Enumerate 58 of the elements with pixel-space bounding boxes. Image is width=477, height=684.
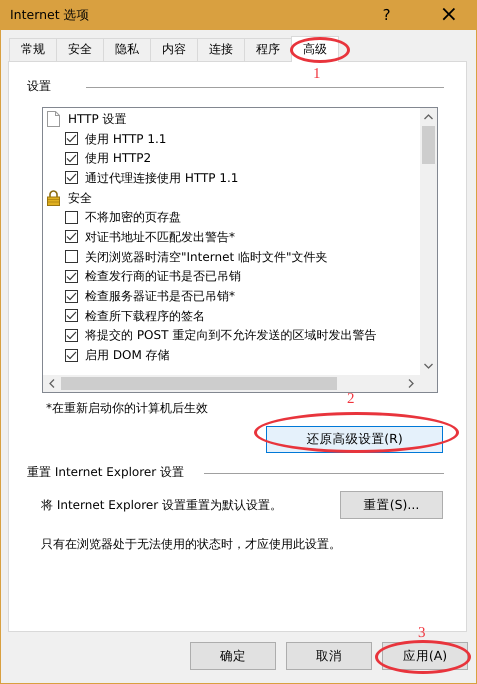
option-label[interactable]: 将提交的 POST 重定向到不允许发送的区域时发出警告 bbox=[85, 326, 376, 344]
annotation-ellipse bbox=[290, 37, 350, 63]
checkbox[interactable] bbox=[65, 171, 78, 184]
checkbox[interactable] bbox=[65, 290, 78, 303]
checkbox[interactable] bbox=[65, 132, 78, 146]
annotation-number: 2 bbox=[347, 391, 354, 407]
window-title: Internet 选项 bbox=[10, 6, 90, 24]
annotation-number: 3 bbox=[418, 625, 426, 641]
checkbox[interactable] bbox=[65, 348, 78, 362]
check-icon bbox=[66, 330, 77, 340]
checkbox[interactable] bbox=[65, 309, 78, 322]
option-label[interactable]: 检查所下载程序的签名 bbox=[85, 306, 205, 325]
option-label[interactable]: 启用 DOM 存储 bbox=[85, 346, 170, 364]
restore-button[interactable]: 还原高级设置(R) bbox=[266, 426, 443, 453]
option-label[interactable]: 关闭浏览器时清空"Internet 临时文件"文件夹 bbox=[85, 248, 328, 266]
option-label[interactable]: 不将加密的页存盘 bbox=[85, 208, 181, 226]
dialog-button[interactable]: 应用(A) bbox=[382, 642, 468, 670]
checkbox[interactable] bbox=[65, 250, 78, 264]
check-icon bbox=[66, 292, 77, 301]
checkbox[interactable] bbox=[65, 152, 78, 165]
check-icon bbox=[66, 272, 77, 281]
check-icon bbox=[66, 154, 77, 163]
checkbox[interactable] bbox=[65, 210, 78, 224]
checkbox[interactable] bbox=[65, 230, 78, 244]
lock-icon bbox=[47, 190, 60, 206]
tab[interactable]: 常规 bbox=[9, 38, 57, 61]
option-label[interactable]: 检查发行商的证书是否已吊销 bbox=[85, 267, 241, 286]
check-icon bbox=[66, 311, 77, 320]
category-label: HTTP 设置 bbox=[68, 110, 127, 128]
check-icon bbox=[66, 232, 77, 242]
check-icon bbox=[66, 350, 77, 360]
dialog-button[interactable]: 取消 bbox=[286, 642, 372, 670]
check-icon bbox=[66, 134, 77, 144]
option-label[interactable]: 使用 HTTP2 bbox=[85, 149, 152, 168]
checkbox[interactable] bbox=[65, 270, 78, 283]
check-icon bbox=[66, 173, 77, 182]
reset-button[interactable]: 重置(S)... bbox=[340, 491, 443, 519]
option-label[interactable]: 使用 HTTP 1.1 bbox=[85, 130, 166, 148]
hint-text: 只有在浏览器处于无法使用的状态时，才应使用此设置。 bbox=[41, 536, 342, 553]
dialog-button[interactable]: 确定 bbox=[190, 642, 276, 670]
scrollbar-thumb[interactable] bbox=[422, 126, 435, 164]
option-label[interactable]: 通过代理连接使用 HTTP 1.1 bbox=[85, 168, 238, 187]
group-heading: 重置 Internet Explorer 设置 bbox=[27, 464, 184, 481]
document-icon bbox=[47, 110, 60, 127]
group-heading: 设置 bbox=[27, 78, 51, 95]
checkbox[interactable] bbox=[65, 328, 78, 342]
description-text: 将 Internet Explorer 设置重置为默认设置。 bbox=[41, 497, 282, 514]
scrollbar-thumb[interactable] bbox=[61, 377, 337, 390]
category-label: 安全 bbox=[68, 190, 92, 207]
footnote: *在重新启动你的计算机后生效 bbox=[46, 400, 209, 417]
help-button[interactable]: ? bbox=[382, 5, 391, 25]
vertical-scrollbar[interactable] bbox=[420, 108, 437, 375]
option-label[interactable]: 检查服务器证书是否已吊销* bbox=[85, 287, 235, 306]
annotation-number: 1 bbox=[313, 66, 320, 82]
settings-list[interactable]: HTTP 设置 使用 HTTP 1.1 使用 HTTP2 通过代理连接使用 HTTP 1.1 安全 不将加密的页存盘 对证书地址不匹配发出警告* 关闭浏览器时清空"Internet 临时文件"文件夹 检查发行商的证书是否已吊销 检查服务器证书是否已吊销* 检查所下载程序的签名 将提交的 POST 重定向到不允许发送的区域时发出警告 启用 DOM 存储 bbox=[42, 107, 438, 393]
close-button[interactable]: × bbox=[440, 5, 458, 25]
option-label[interactable]: 对证书地址不匹配发出警告* bbox=[85, 228, 235, 246]
horizontal-scrollbar[interactable] bbox=[43, 375, 420, 392]
